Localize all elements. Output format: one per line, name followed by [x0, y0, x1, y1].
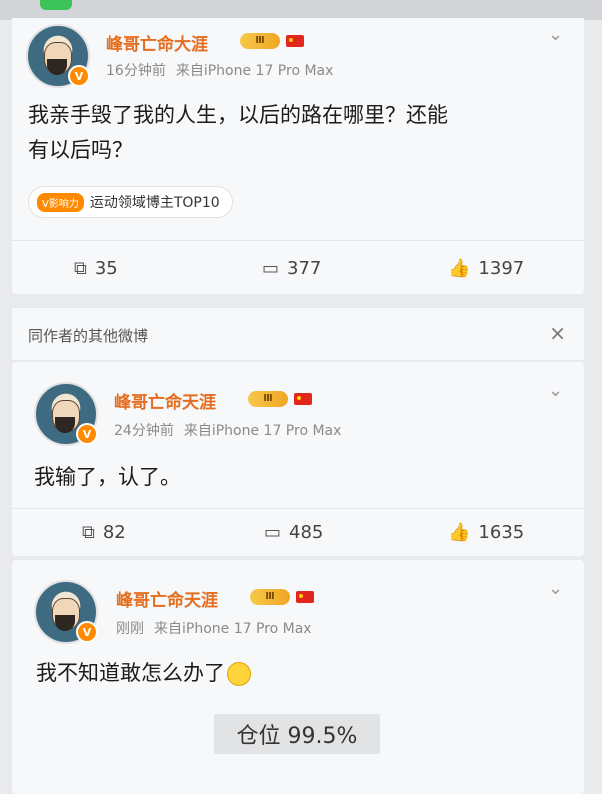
action-bar: ⧉ 35 ▭ 377 👍 1397 [12, 248, 584, 288]
china-flag-icon [294, 393, 312, 405]
like-button[interactable]: 👍 1635 [448, 512, 524, 552]
post-card-1[interactable]: V 峰哥亡命大涯 Ⅲ ⌄ 16分钟前 来自iPhone 17 Pro Max 我亲… [12, 18, 584, 294]
worried-emoji-icon [227, 662, 251, 686]
like-count: 1397 [478, 257, 525, 279]
post-meta: 16分钟前 来自iPhone 17 Pro Max [106, 60, 333, 80]
verified-badge-icon: V [76, 423, 98, 445]
comment-count: 377 [287, 257, 322, 279]
post-card-3[interactable]: V 峰哥亡命天涯 Ⅲ ⌄ 刚刚 来自iPhone 17 Pro Max 我不知道敢… [12, 560, 584, 794]
position-image-caption[interactable]: 仓位 99.5% [214, 714, 380, 754]
post-meta: 刚刚 来自iPhone 17 Pro Max [116, 618, 312, 638]
comment-icon: ▭ [264, 521, 282, 543]
chevron-down-icon[interactable]: ⌄ [548, 578, 563, 599]
post-meta: 24分钟前 来自iPhone 17 Pro Max [114, 420, 341, 440]
section-title: 同作者的其他微博 [28, 327, 149, 345]
repost-count: 82 [102, 521, 126, 543]
post-source: 来自iPhone 17 Pro Max [154, 621, 312, 637]
post-time: 16分钟前 [106, 63, 166, 79]
content-line-1: 我亲手毁了我的人生，以后的路在哪里？还能 [28, 103, 448, 127]
post-content[interactable]: 我输了，认了。 [34, 460, 181, 495]
top-status-strip [0, 0, 602, 20]
content-line-2: 有以后吗？ [28, 138, 133, 162]
green-tab-indicator [40, 0, 72, 10]
like-button[interactable]: 👍 1397 [448, 248, 524, 288]
like-count: 1635 [478, 521, 525, 543]
chevron-down-icon[interactable]: ⌄ [548, 380, 563, 401]
divider [12, 508, 584, 509]
action-bar: ⧉ 82 ▭ 485 👍 1635 [12, 512, 584, 552]
repost-icon: ⧉ [82, 521, 95, 543]
like-icon: 👍 [448, 521, 471, 543]
repost-button[interactable]: ⧉ 82 [82, 512, 126, 552]
username[interactable]: 峰哥亡命大涯 [106, 30, 208, 55]
avatar[interactable]: V [34, 580, 98, 644]
post-card-2[interactable]: V 峰哥亡命天涯 Ⅲ ⌄ 24分钟前 来自iPhone 17 Pro Max 我输… [12, 362, 584, 556]
vip-badge-icon: Ⅲ [248, 391, 288, 407]
post-time: 刚刚 [116, 621, 144, 637]
avatar[interactable]: V [26, 24, 90, 88]
post-content[interactable]: 我不知道敢怎么办了 [36, 656, 251, 691]
comment-icon: ▭ [262, 257, 280, 279]
influence-tag[interactable]: V影响力 运动领域博主TOP10 [28, 186, 233, 218]
influence-badge-icon: V影响力 [37, 192, 84, 212]
repost-count: 35 [94, 257, 118, 279]
verified-badge-icon: V [76, 621, 98, 643]
verified-badge-icon: V [68, 65, 90, 87]
post-content[interactable]: 我亲手毁了我的人生，以后的路在哪里？还能 有以后吗？ [28, 98, 568, 168]
username[interactable]: 峰哥亡命天涯 [116, 586, 218, 611]
section-header: 同作者的其他微博 × [12, 308, 584, 360]
comment-button[interactable]: ▭ 377 [262, 248, 321, 288]
repost-button[interactable]: ⧉ 35 [74, 248, 118, 288]
content-text: 我不知道敢怎么办了 [36, 661, 225, 685]
china-flag-icon [296, 591, 314, 603]
comment-count: 485 [289, 521, 324, 543]
vip-badge-icon: Ⅲ [250, 589, 290, 605]
post-source: 来自iPhone 17 Pro Max [175, 63, 334, 79]
repost-icon: ⧉ [74, 257, 87, 279]
comment-button[interactable]: ▭ 485 [264, 512, 323, 552]
close-icon[interactable]: × [549, 321, 566, 345]
post-time: 24分钟前 [114, 423, 174, 439]
divider [12, 240, 584, 241]
post-source: 来自iPhone 17 Pro Max [183, 423, 342, 439]
china-flag-icon [286, 35, 304, 47]
chevron-down-icon[interactable]: ⌄ [548, 24, 563, 45]
avatar[interactable]: V [34, 382, 98, 446]
vip-badge-icon: Ⅲ [240, 33, 280, 49]
username[interactable]: 峰哥亡命天涯 [114, 388, 216, 413]
tag-label: 运动领域博主TOP10 [89, 195, 220, 211]
like-icon: 👍 [448, 257, 471, 279]
